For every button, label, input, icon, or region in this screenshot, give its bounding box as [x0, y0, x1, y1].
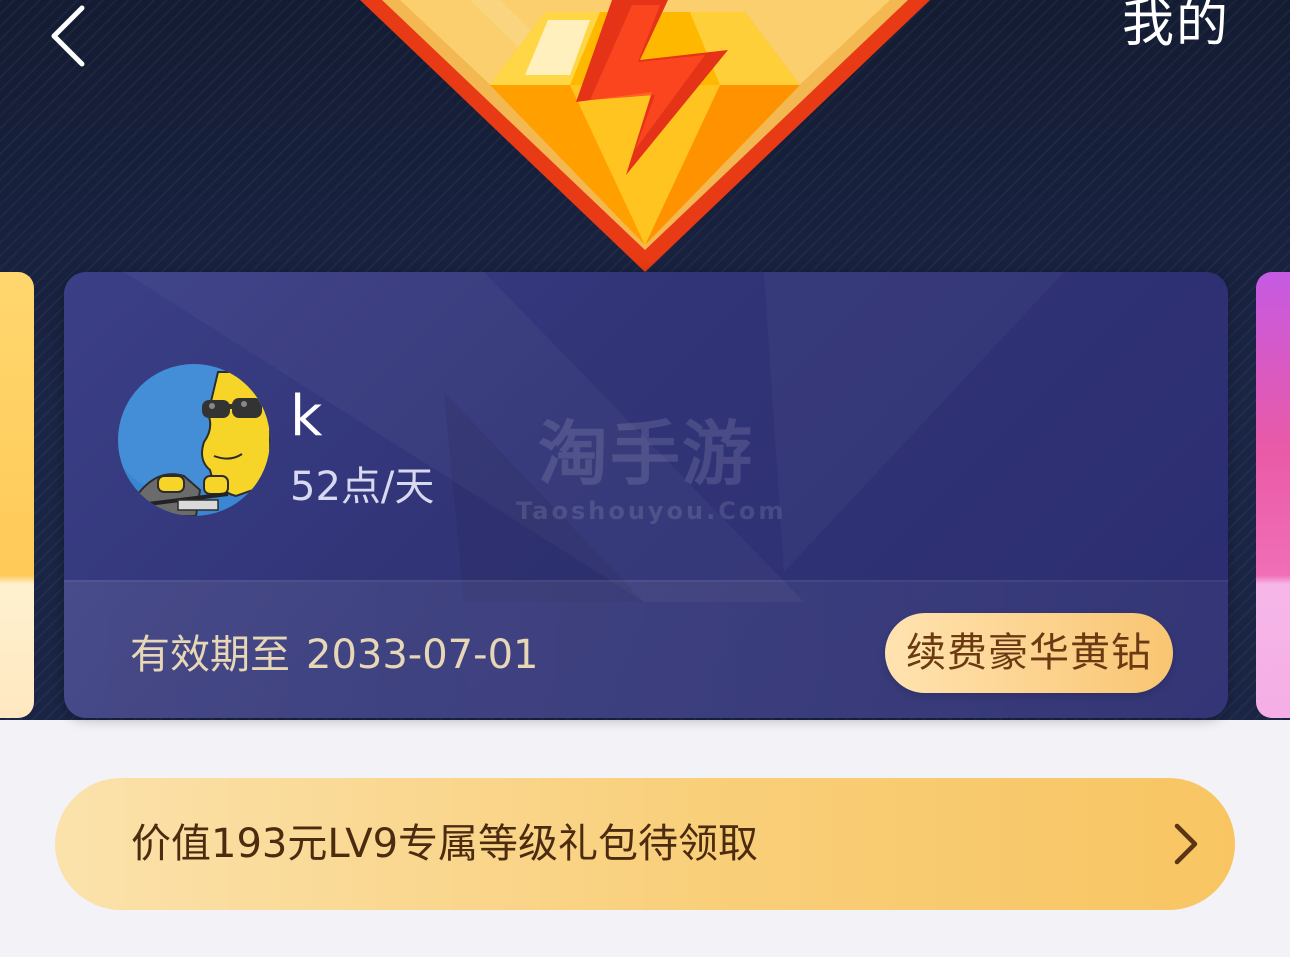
daily-points: 52点/天 [290, 464, 435, 510]
expiry-date: 2033-07-01 [306, 632, 539, 678]
gift-banner-text: 价值193元LV9专属等级礼包待领取 [131, 821, 759, 867]
chevron-left-icon [51, 5, 85, 67]
member-card: k 52点/天 淘手游 Taoshouyou.Com 有效期至2033-07-0… [64, 272, 1228, 718]
expiry-info: 有效期至 2033-07-01 [130, 630, 538, 680]
user-name: k [290, 384, 323, 449]
cartoon-avatar-icon [118, 364, 270, 516]
avatar[interactable] [118, 364, 270, 516]
chevron-right-icon [1174, 823, 1198, 865]
back-button[interactable] [40, 2, 100, 72]
renew-button[interactable]: 续费豪华黄钻 [885, 613, 1173, 693]
gift-banner[interactable]: 价值193元LV9专属等级礼包待领取 [55, 778, 1235, 910]
prev-card-peek[interactable] [0, 272, 34, 718]
mine-link[interactable]: 我的 [1122, 0, 1230, 56]
lightning-diamond-icon [360, 0, 930, 272]
expiry-label: 有效期至 [130, 632, 290, 678]
next-card-peek[interactable] [1256, 272, 1290, 718]
